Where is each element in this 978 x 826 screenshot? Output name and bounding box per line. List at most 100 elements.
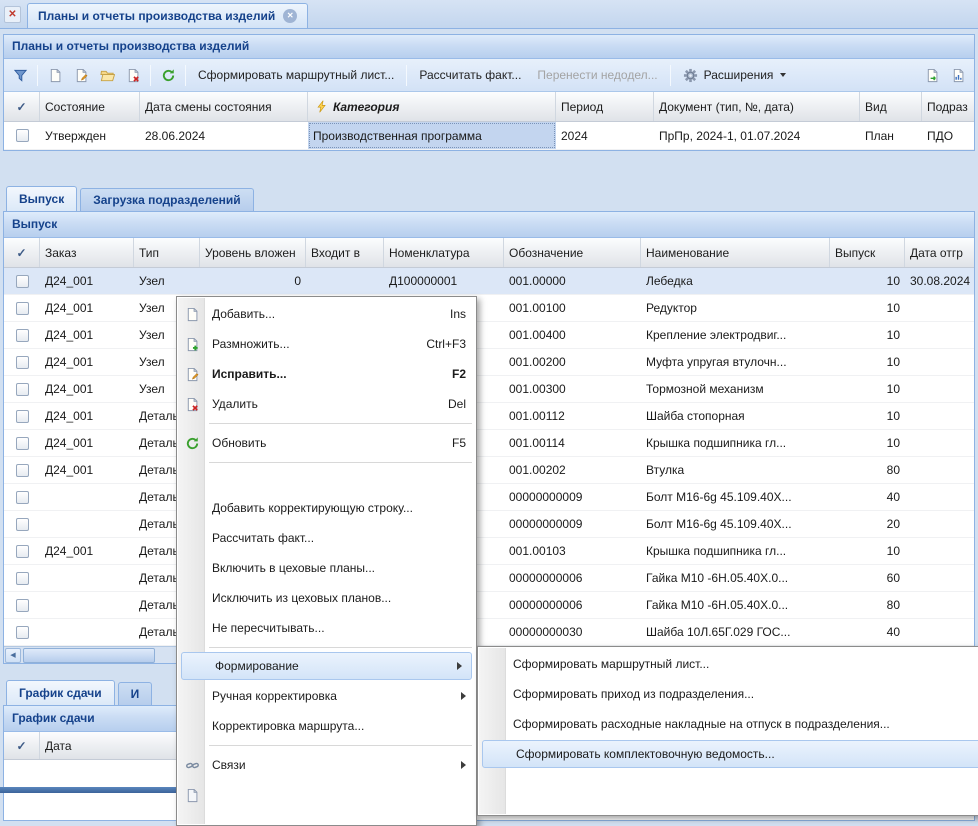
doc-add-icon — [47, 67, 63, 83]
filter-button[interactable] — [8, 63, 32, 87]
duplicate-menu-item[interactable]: Размножить...Ctrl+F3 — [178, 329, 475, 359]
column-header[interactable]: Период — [556, 92, 654, 121]
grid-cell: Д24_001 — [40, 538, 134, 564]
column-header[interactable]: Обозначение — [504, 238, 641, 267]
tab-delivery-schedule[interactable]: График сдачи — [6, 680, 115, 705]
generate-route-list-item[interactable]: Сформировать маршрутный лист... — [479, 649, 978, 679]
table-row[interactable]: Д24_001Деталь001.00114Крышка подшипника … — [4, 430, 974, 457]
table-row[interactable]: Деталь00000000009Болт М16-6g 45.109.40Х.… — [4, 484, 974, 511]
exclude-shop-plans-menu-item[interactable]: Исключить из цеховых планов... — [178, 583, 475, 613]
partial-menu-item[interactable] — [178, 780, 475, 810]
close-tab-icon[interactable]: ✕ — [4, 6, 21, 23]
row-checkbox[interactable] — [16, 599, 29, 612]
grid-cell: 00000000009 — [504, 484, 641, 510]
row-checkbox[interactable] — [16, 356, 29, 369]
generate-expense-invoices-item[interactable]: Сформировать расходные накладные на отпу… — [479, 709, 978, 739]
table-row[interactable]: Деталь00000000006Гайка М10 -6Н.05.40Х.0.… — [4, 565, 974, 592]
table-row[interactable]: Д24_001Узел0Д100000001001.00000Лебедка10… — [4, 268, 974, 295]
column-header[interactable]: Дата смены состояния — [140, 92, 308, 121]
tab-output[interactable]: Выпуск — [6, 186, 77, 211]
doc-export-icon — [924, 67, 940, 83]
manual-correction-menu-item[interactable]: Ручная корректировка — [178, 681, 475, 711]
row-checkbox[interactable] — [16, 572, 29, 585]
table-row[interactable]: Д24_001Узел001.00400Крепление электродви… — [4, 322, 974, 349]
column-header[interactable]: Дата отгр — [905, 238, 975, 267]
row-checkbox[interactable] — [16, 437, 29, 450]
row-checkbox[interactable] — [16, 129, 29, 142]
include-shop-plans-menu-item[interactable]: Включить в цеховые планы... — [178, 553, 475, 583]
column-header[interactable]: Состояние — [40, 92, 140, 121]
scroll-left-icon[interactable]: ◀ — [5, 648, 21, 663]
extensions-button[interactable]: Расширения — [676, 63, 794, 87]
row-checkbox[interactable] — [16, 383, 29, 396]
column-header[interactable]: Тип — [134, 238, 200, 267]
row-checkbox[interactable] — [16, 275, 29, 288]
tab-label: И — [131, 687, 140, 701]
add-button[interactable] — [43, 63, 67, 87]
row-checkbox[interactable] — [16, 545, 29, 558]
generate-picking-list-item[interactable]: Сформировать комплектовочную ведомость..… — [482, 740, 978, 768]
row-checkbox[interactable] — [16, 329, 29, 342]
tab-department-load[interactable]: Загрузка подразделений — [80, 188, 253, 211]
no-recalculate-menu-item[interactable]: Не пересчитывать... — [178, 613, 475, 643]
column-header[interactable]: Категория — [308, 92, 556, 121]
formation-menu-item[interactable]: Формирование — [181, 652, 472, 680]
select-all-header[interactable]: ✓ — [4, 732, 40, 759]
edit-button[interactable] — [69, 63, 93, 87]
calculate-fact-menu-item[interactable]: Рассчитать факт... — [178, 523, 475, 553]
table-row[interactable]: Деталь00000000030Шайба 10Л.65Г.029 ГОС..… — [4, 619, 974, 646]
column-header[interactable]: Номенклатура — [384, 238, 504, 267]
add-correction-row-menu-item[interactable]: Добавить корректирующую строку... — [178, 493, 475, 523]
open-folder-button[interactable] — [95, 63, 119, 87]
grid-cell: Тормозной механизм — [641, 376, 830, 402]
menu-item-label: Сформировать приход из подразделения... — [513, 687, 978, 701]
add-menu-item[interactable]: Добавить...Ins — [178, 299, 475, 329]
route-correction-menu-item[interactable]: Корректировка маршрута... — [178, 711, 475, 741]
submenu-arrow-icon — [457, 662, 462, 670]
export-button[interactable] — [920, 63, 944, 87]
edit-menu-item[interactable]: Исправить...F2 — [178, 359, 475, 389]
report-button[interactable] — [946, 63, 970, 87]
checkbox-cell — [4, 376, 40, 402]
table-row[interactable]: Д24_001Деталь001.00103Крышка подшипника … — [4, 538, 974, 565]
column-header[interactable]: Дата — [40, 732, 180, 759]
delete-button[interactable] — [121, 63, 145, 87]
select-all-header[interactable]: ✓ — [4, 92, 40, 121]
select-all-header[interactable]: ✓ — [4, 238, 40, 267]
column-header[interactable]: Наименование — [641, 238, 830, 267]
table-row[interactable]: Д24_001Деталь001.00112Шайба стопорная10 — [4, 403, 974, 430]
column-header[interactable]: Вид — [860, 92, 922, 121]
row-checkbox[interactable] — [16, 302, 29, 315]
table-row[interactable]: Деталь00000000006Гайка М10 -6Н.05.40Х.0.… — [4, 592, 974, 619]
row-checkbox[interactable] — [16, 518, 29, 531]
grid-cell: 10 — [830, 430, 905, 456]
row-checkbox[interactable] — [16, 626, 29, 639]
row-checkbox[interactable] — [16, 491, 29, 504]
tab-second-bottom[interactable]: И — [118, 682, 153, 705]
tab-plans-and-reports[interactable]: Планы и отчеты производства изделий ✕ — [27, 3, 308, 28]
tab-close-icon[interactable]: ✕ — [283, 9, 297, 23]
refresh-button[interactable] — [156, 63, 180, 87]
column-header[interactable]: Подраз — [922, 92, 975, 121]
table-row[interactable]: Утвержден28.06.2024Производственная прог… — [4, 122, 974, 150]
table-row[interactable]: Деталь00000000009Болт М16-6g 45.109.40Х.… — [4, 511, 974, 538]
table-row[interactable]: Д24_001Узел001.00100Редуктор10 — [4, 295, 974, 322]
row-checkbox[interactable] — [16, 464, 29, 477]
generate-receipt-item[interactable]: Сформировать приход из подразделения... — [479, 679, 978, 709]
scrollbar-thumb[interactable] — [23, 648, 155, 663]
column-header[interactable]: Выпуск — [830, 238, 905, 267]
menu-item-label: Добавить корректирующую строку... — [212, 501, 466, 515]
table-row[interactable]: Д24_001Узел001.00300Тормозной механизм10 — [4, 376, 974, 403]
column-header[interactable]: Входит в — [306, 238, 384, 267]
links-menu-item[interactable]: Связи — [178, 750, 475, 780]
delete-menu-item[interactable]: УдалитьDel — [178, 389, 475, 419]
column-header[interactable]: Документ (тип, №, дата) — [654, 92, 860, 121]
column-header[interactable]: Заказ — [40, 238, 134, 267]
generate-route-list-button[interactable]: Сформировать маршрутный лист... — [191, 63, 401, 87]
column-header[interactable]: Уровень вложен — [200, 238, 306, 267]
table-row[interactable]: Д24_001Деталь001.00202Втулка80 — [4, 457, 974, 484]
calculate-fact-button[interactable]: Рассчитать факт... — [412, 63, 528, 87]
table-row[interactable]: Д24_001Узел001.00200Муфта упругая втулоч… — [4, 349, 974, 376]
refresh-menu-item[interactable]: ОбновитьF5 — [178, 428, 475, 458]
row-checkbox[interactable] — [16, 410, 29, 423]
